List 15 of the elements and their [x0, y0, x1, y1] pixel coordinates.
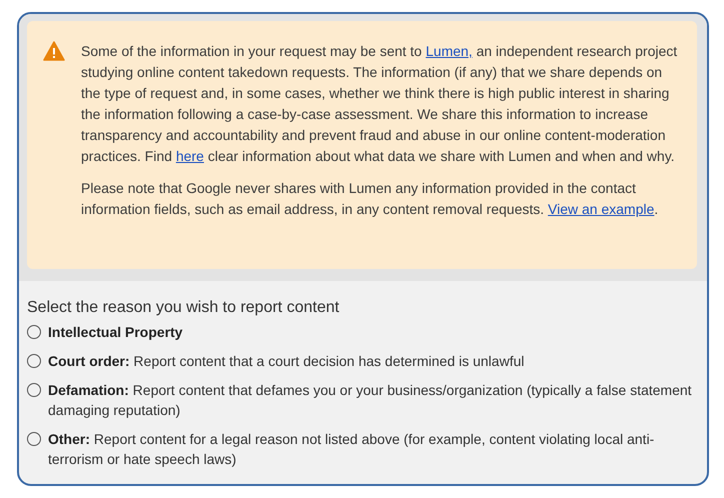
notice-text: Some of the information in your request may be sent to Lumen, an independent research project studying online content takedown requests. The information (if any) that we share depends on the type of request and, in some cases, whether we think there is high public interest in sharing the information following a case-by-case assessment. We share this information to increase transparency and accountability and prevent fraud and abuse in our online content-moderation practices. Find here clear information about what data we share with Lumen and when and why.: [81, 42, 678, 166]
option-label: Other: Report content for a legal reason not listed above (for example, content violating local anti-terrorism or hate speech laws): [48, 430, 656, 469]
radio-button[interactable]: [27, 383, 41, 397]
option-label: Court order: Report content that a court decision has determined is unlawful: [48, 352, 524, 371]
link[interactable]: Lumen,: [426, 43, 472, 59]
question-heading: Select the reason you wish to report content: [27, 299, 340, 317]
notice-text: Please note that Google never shares with Lumen any information provided in the contact information fields, such as email address, in any content removal requests. View an example.: [81, 179, 660, 219]
option-label: Intellectual Property: [48, 323, 183, 342]
warning-icon: [43, 41, 65, 61]
radio-button[interactable]: [27, 354, 41, 368]
option-label: Defamation: Report content that defames you or your business/organization (typically a false statement damaging reputation): [48, 381, 693, 420]
link[interactable]: here: [176, 148, 204, 164]
radio-button[interactable]: [27, 325, 41, 339]
link[interactable]: View an example: [548, 201, 654, 217]
radio-button[interactable]: [27, 432, 41, 446]
